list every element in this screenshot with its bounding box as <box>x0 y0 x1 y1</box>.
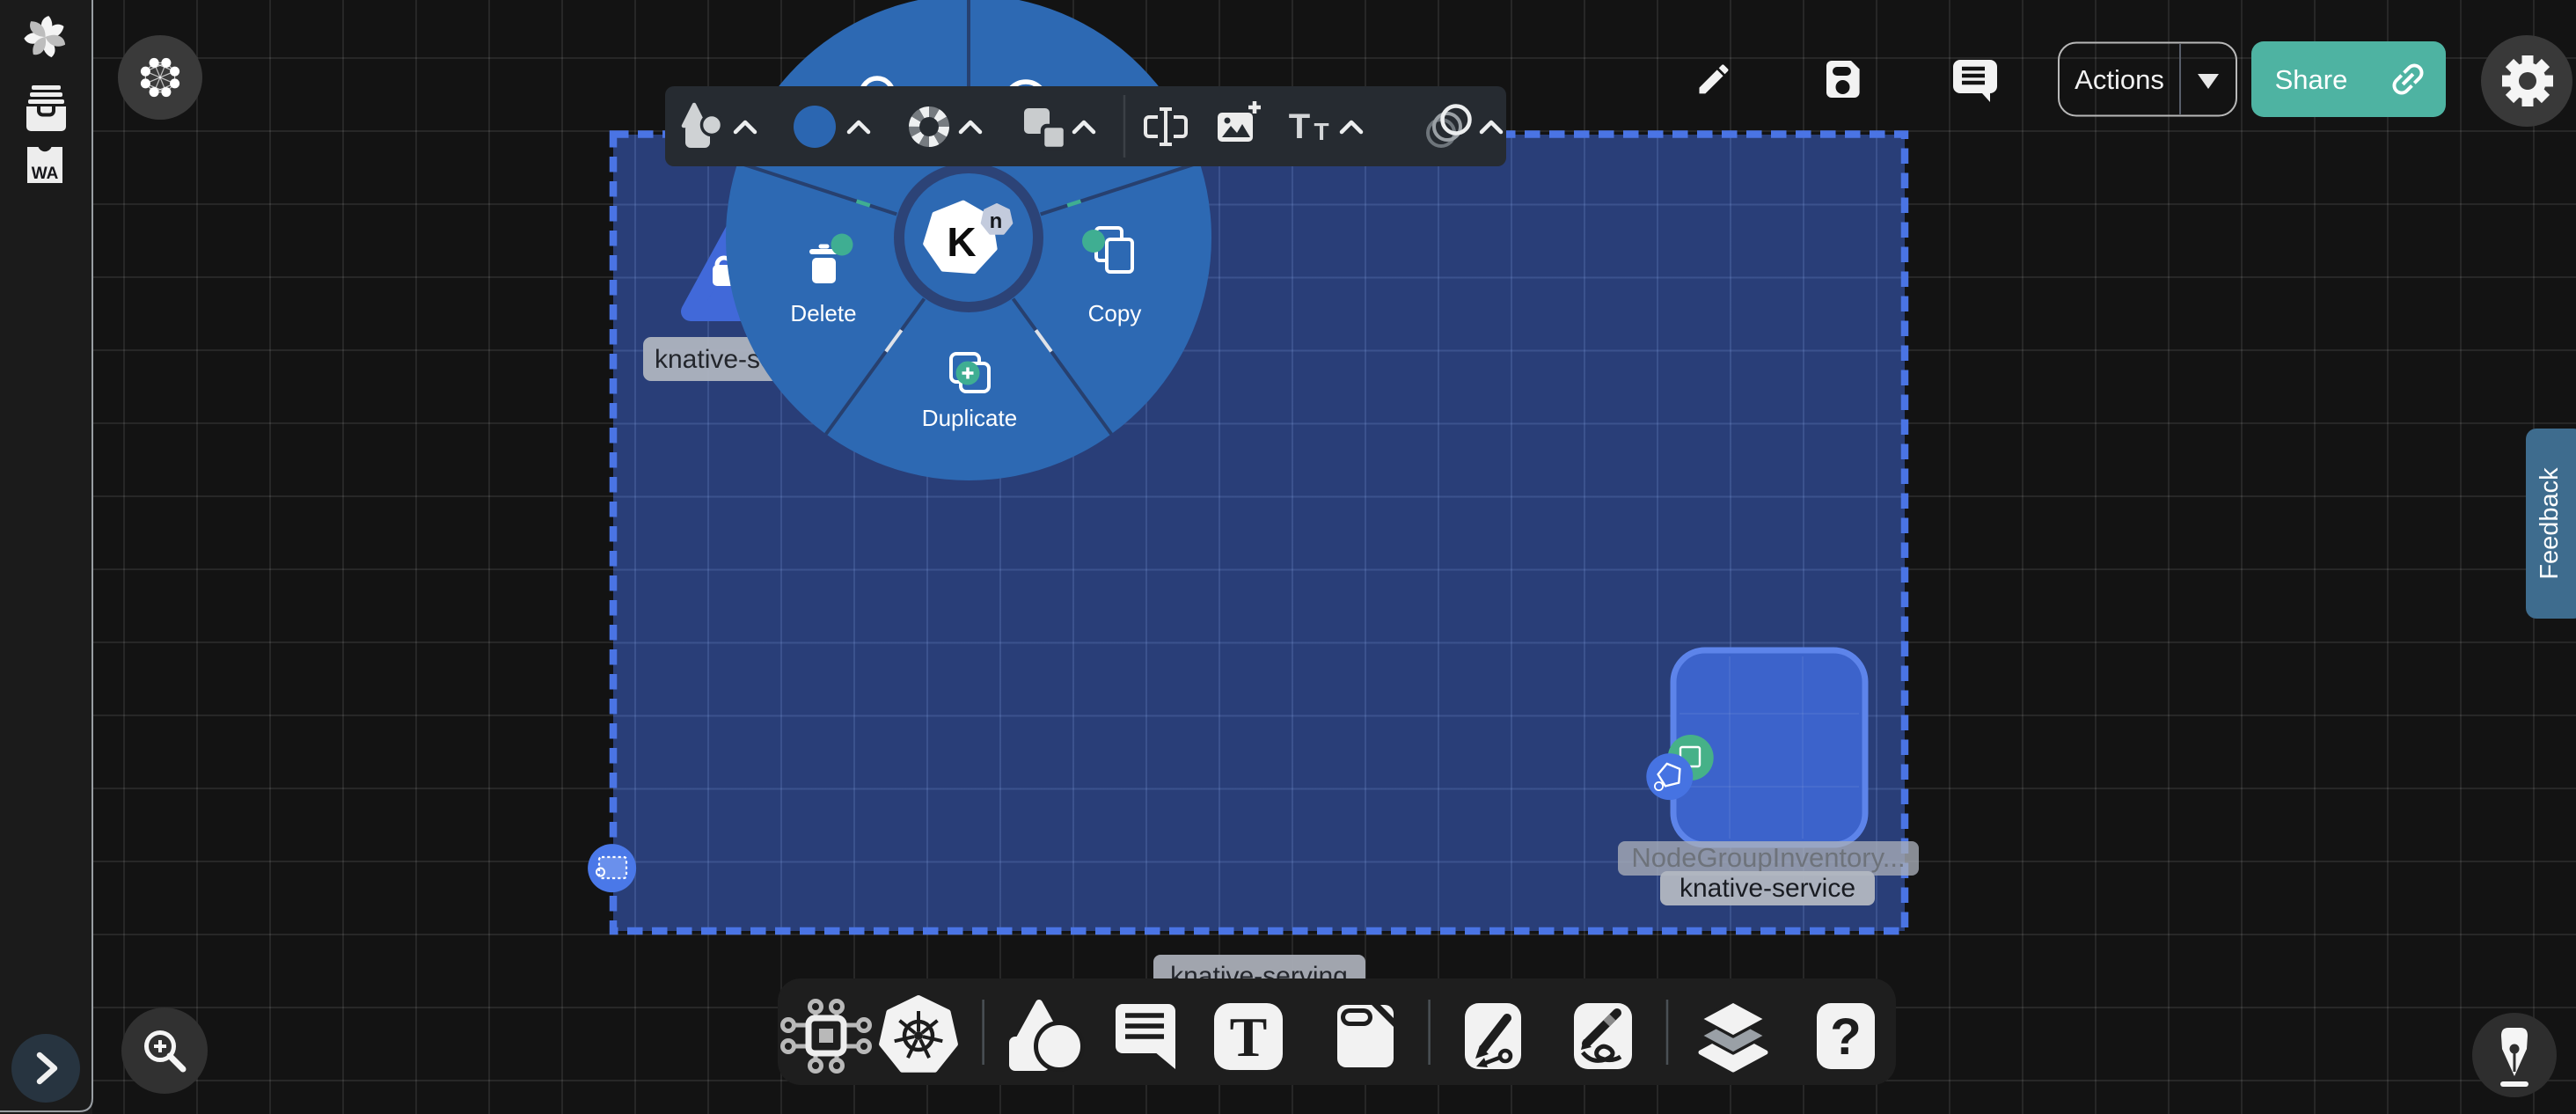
svg-text:WA: WA <box>32 165 59 183</box>
svg-text:?: ? <box>1830 1008 1861 1066</box>
svg-text:T: T <box>1289 107 1310 146</box>
svg-text:Share: Share <box>2275 64 2348 95</box>
svg-text:Feedback: Feedback <box>2536 467 2564 580</box>
svg-text:T: T <box>1230 1006 1268 1068</box>
svg-text:Actions: Actions <box>2075 64 2164 95</box>
svg-text:T: T <box>1314 118 1328 145</box>
